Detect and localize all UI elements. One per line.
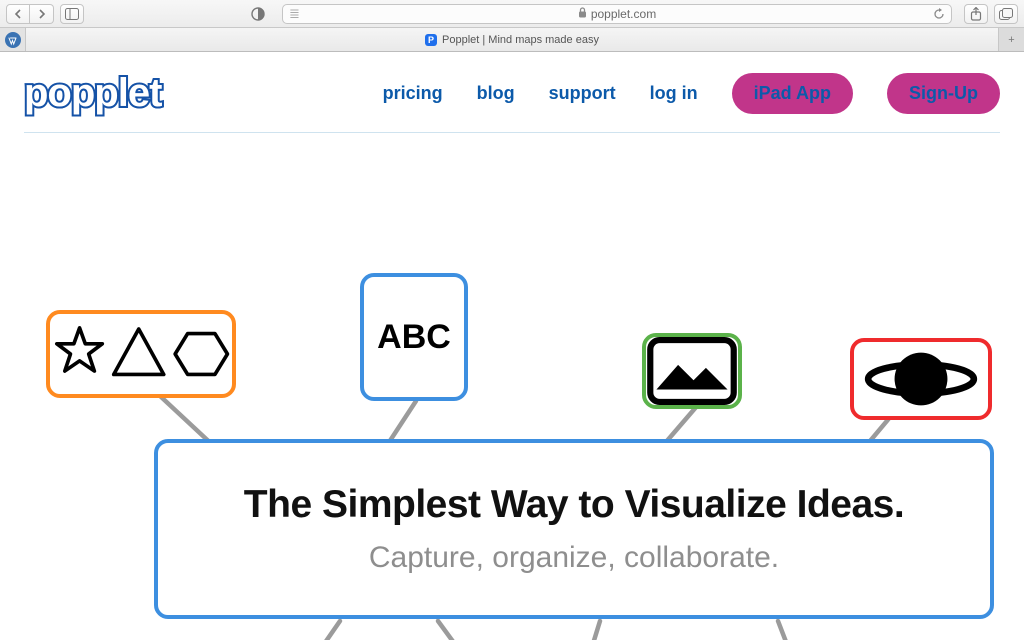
nav-support[interactable]: support [549,83,616,104]
popple-text: ABC [360,273,468,401]
popple-planet [850,338,992,420]
hero-subhead: Capture, organize, collaborate. [369,541,779,575]
back-button[interactable] [6,4,30,24]
reload-button[interactable] [933,5,945,23]
hero-diagram: ABC The Simplest Way to Visualize Ideas.… [24,133,1000,640]
forward-button[interactable] [30,4,54,24]
nav-pricing[interactable]: pricing [383,83,443,104]
privacy-report-button[interactable] [246,4,270,24]
lock-icon [578,7,587,21]
browser-tab[interactable]: P Popplet | Mind maps made easy [26,28,998,51]
hero-headline-box: The Simplest Way to Visualize Ideas. Cap… [154,439,994,619]
abc-label: ABC [377,318,451,357]
tab-title: Popplet | Mind maps made easy [442,34,599,46]
popple-shapes [46,310,236,398]
tab-favicon-icon: P [425,34,437,46]
browser-toolbar: ≣ popplet.com [0,0,1024,28]
address-bar[interactable]: ≣ popplet.com [282,4,952,24]
site-logo[interactable]: popplet [24,71,161,116]
site-header: popplet pricing blog support log in iPad… [24,56,1000,130]
nav-blog[interactable]: blog [477,83,515,104]
popple-image [642,333,742,409]
hero-headline: The Simplest Way to Visualize Ideas. [244,483,904,527]
tab-bar: P Popplet | Mind maps made easy + [0,28,1024,52]
sidebar-toggle-button[interactable] [60,4,84,24]
primary-nav: pricing blog support log in iPad App Sig… [383,73,1000,114]
share-button[interactable] [964,4,988,24]
new-tab-button[interactable]: + [998,28,1024,51]
reader-icon[interactable]: ≣ [289,5,300,23]
nav-login[interactable]: log in [650,83,698,104]
signup-button[interactable]: Sign-Up [887,73,1000,114]
ipad-app-button[interactable]: iPad App [732,73,853,114]
tabs-button[interactable] [994,4,1018,24]
address-text: popplet.com [591,7,656,21]
wordpress-icon [5,32,21,48]
wordpress-admin-button[interactable] [0,28,26,51]
